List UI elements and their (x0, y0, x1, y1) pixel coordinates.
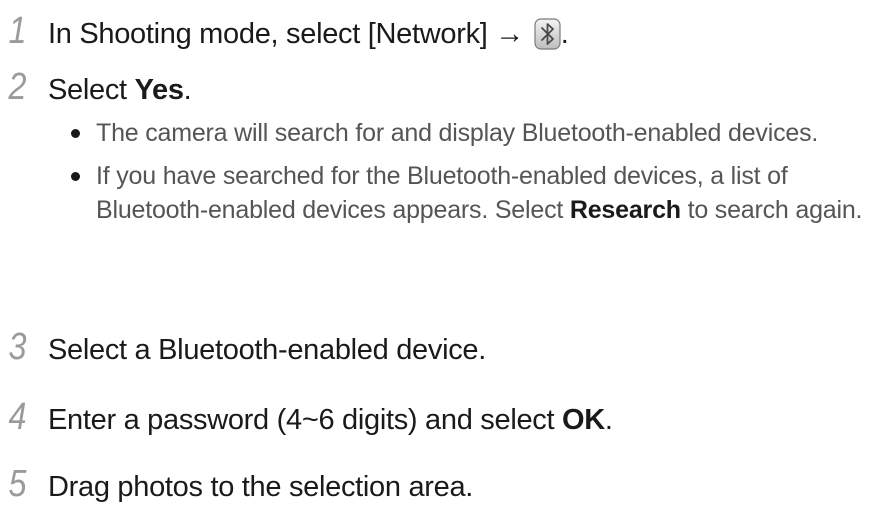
step-text: Drag photos to the selection area. (48, 471, 474, 503)
step-text: Select a Bluetooth-enabled device. (48, 334, 486, 366)
step-bold-ok: OK (562, 404, 605, 436)
bluetooth-icon (534, 18, 561, 50)
step-number: 3 (8, 326, 27, 368)
step-3: 3 Select a Bluetooth-enabled device. (0, 326, 487, 368)
bullet-text-after: to search again. (680, 196, 863, 224)
step-1: 1 In Shooting mode, select [Network] → . (0, 12, 569, 51)
step-text: Select Yes. (48, 74, 192, 107)
step-bold-yes: Yes (134, 74, 184, 106)
step-number: 1 (8, 10, 27, 52)
step-text-before: Enter a password (4~6 digits) and select (48, 404, 563, 436)
step-text-after: . (604, 404, 613, 436)
step-text: In Shooting mode, select [Network] → . (48, 18, 569, 51)
step-number: 2 (8, 66, 27, 108)
step-4: 4 Enter a password (4~6 digits) and sele… (0, 398, 613, 437)
step-2-bullet-list: The camera will search for and display B… (67, 116, 867, 236)
bullet-text: The camera will search for and display B… (96, 119, 819, 147)
step-text-after: . (560, 18, 569, 50)
bullet-bold-research: Research (569, 196, 681, 224)
step-2: 2 Select Yes. (0, 66, 192, 108)
step-5: 5 Drag photos to the selection area. (0, 463, 474, 505)
bullet-item: If you have searched for the Bluetooth-e… (67, 159, 867, 227)
step-text: Enter a password (4~6 digits) and select… (48, 404, 613, 437)
step-text-before: In Shooting mode, select [Network] → (48, 18, 532, 50)
bullet-dot (71, 172, 80, 181)
step-text-before: Select (48, 74, 135, 106)
step-number: 4 (8, 396, 27, 438)
step-number: 5 (8, 463, 27, 505)
bullet-item: The camera will search for and display B… (67, 116, 867, 150)
bullet-dot (71, 129, 80, 138)
step-text-after: . (183, 74, 192, 106)
